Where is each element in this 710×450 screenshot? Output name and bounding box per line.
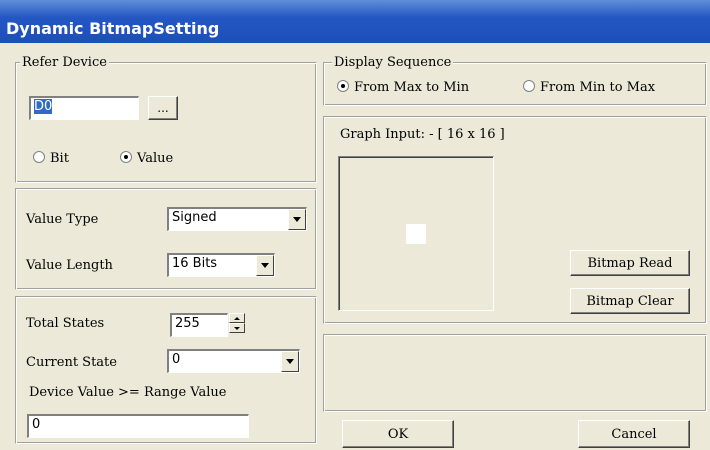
total-states-spinner[interactable] [229,313,245,333]
browse-button[interactable]: ... [148,96,178,120]
value-type-value: Signed [172,210,217,225]
display-sequence-legend: Display Sequence [332,55,454,70]
radio-min-to-max-label: From Min to Max [540,80,656,95]
radio-max-to-min-indicator [337,80,349,92]
refer-device-legend: Refer Device [20,55,109,70]
radio-bit-indicator [33,151,45,163]
bitmap-canvas[interactable] [338,156,494,311]
radio-min-to-max[interactable]: From Min to Max [523,80,655,96]
info-panel [323,334,707,412]
value-type-select[interactable]: Signed [167,207,307,231]
bitmap-clear-button[interactable]: Bitmap Clear [570,288,690,314]
value-type-label: Value Type [26,212,99,227]
current-state-value: 0 [172,352,181,367]
radio-max-to-min[interactable]: From Max to Min [337,80,469,96]
value-length-dropdown-icon[interactable] [256,255,274,276]
value-length-value: 16 Bits [172,256,218,271]
current-state-select[interactable]: 0 [167,349,300,373]
spin-up-icon[interactable] [229,313,245,323]
range-label: Device Value >= Range Value [29,385,227,400]
radio-value[interactable]: Value [120,151,173,167]
spin-down-icon[interactable] [229,323,245,333]
ok-button[interactable]: OK [342,420,454,448]
radio-value-indicator [120,151,132,163]
radio-bit[interactable]: Bit [33,151,69,167]
value-type-dropdown-icon[interactable] [288,209,306,230]
window-title: Dynamic BitmapSetting [0,0,710,43]
range-value-input[interactable]: 0 [27,414,249,438]
radio-max-to-min-label: From Max to Min [354,80,470,95]
radio-bit-label: Bit [50,151,69,166]
total-states-input[interactable]: 255 [170,313,228,337]
current-state-dropdown-icon[interactable] [281,351,299,372]
radio-min-to-max-indicator [523,80,535,92]
bitmap-pixel [406,224,426,244]
total-states-value: 255 [175,316,200,331]
value-length-select[interactable]: 16 Bits [167,253,275,277]
bitmap-read-button[interactable]: Bitmap Read [570,250,690,276]
value-length-label: Value Length [26,258,113,273]
cancel-button[interactable]: Cancel [578,420,690,448]
device-input[interactable]: D0 [29,96,139,120]
graph-input-label: Graph Input: - [ 16 x 16 ] [340,127,505,142]
total-states-label: Total States [26,316,105,331]
range-value: 0 [32,417,41,432]
current-state-label: Current State [26,355,117,370]
radio-value-label: Value [137,151,174,166]
device-value: D0 [34,99,53,114]
